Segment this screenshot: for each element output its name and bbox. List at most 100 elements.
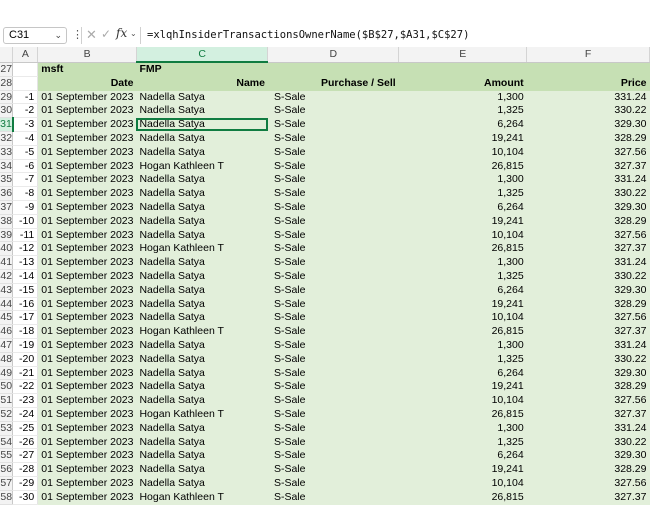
- date-cell[interactable]: 01 September 2023: [37, 352, 137, 367]
- offset-cell[interactable]: -27: [12, 448, 39, 464]
- price-cell[interactable]: 331.24: [526, 172, 650, 188]
- row-header[interactable]: 29: [0, 90, 14, 105]
- amount-cell[interactable]: 10,104: [398, 145, 527, 160]
- name-cell[interactable]: Nadella Satya: [136, 186, 268, 201]
- purchase-sell-cell[interactable]: S-Sale: [267, 476, 399, 491]
- name-cell[interactable]: Nadella Satya: [136, 283, 268, 298]
- purchase-sell-cell[interactable]: S-Sale: [267, 131, 399, 146]
- cell[interactable]: [12, 76, 39, 91]
- name-cell[interactable]: Nadella Satya: [136, 269, 268, 284]
- offset-cell[interactable]: -10: [12, 214, 39, 229]
- offset-cell[interactable]: -29: [12, 476, 39, 491]
- offset-cell[interactable]: -5: [12, 145, 39, 160]
- date-cell[interactable]: 01 September 2023: [37, 476, 137, 491]
- amount-cell[interactable]: 26,815: [398, 241, 527, 257]
- purchase-sell-cell[interactable]: S-Sale: [267, 90, 399, 105]
- offset-cell[interactable]: -16: [12, 297, 39, 312]
- offset-cell[interactable]: -2: [12, 103, 39, 119]
- offset-cell[interactable]: -17: [12, 310, 39, 326]
- date-cell[interactable]: 01 September 2023: [37, 117, 137, 132]
- price-cell[interactable]: 329.30: [526, 283, 650, 298]
- price-cell[interactable]: 329.30: [526, 117, 650, 132]
- row-header[interactable]: 37: [0, 200, 14, 215]
- amount-cell[interactable]: 19,241: [398, 297, 527, 312]
- offset-cell[interactable]: -18: [12, 324, 39, 339]
- column-header-c[interactable]: C: [136, 47, 269, 63]
- row-header[interactable]: 45: [0, 310, 14, 326]
- ticker-cell[interactable]: msft: [37, 62, 137, 77]
- date-cell[interactable]: 01 September 2023: [37, 490, 137, 505]
- name-cell[interactable]: Nadella Satya: [136, 172, 268, 188]
- name-cell[interactable]: Nadella Satya: [136, 435, 268, 450]
- purchase-sell-cell[interactable]: S-Sale: [267, 145, 399, 160]
- price-cell[interactable]: 331.24: [526, 90, 650, 105]
- date-cell[interactable]: 01 September 2023: [37, 214, 137, 229]
- row-header[interactable]: 43: [0, 283, 14, 298]
- row-header[interactable]: 39: [0, 228, 14, 243]
- formula-input[interactable]: =xlqhInsiderTransactionsOwnerName($B$27,…: [147, 27, 469, 44]
- column-header-b[interactable]: B: [37, 47, 137, 63]
- date-cell[interactable]: 01 September 2023: [37, 297, 137, 312]
- amount-cell[interactable]: 10,104: [398, 310, 527, 326]
- date-cell[interactable]: 01 September 2023: [37, 421, 137, 436]
- purchase-sell-cell[interactable]: S-Sale: [267, 366, 399, 381]
- date-cell[interactable]: 01 September 2023: [37, 448, 137, 464]
- row-header[interactable]: 50: [0, 379, 14, 395]
- price-cell[interactable]: 331.24: [526, 255, 650, 270]
- row-header[interactable]: 38: [0, 214, 14, 229]
- price-cell[interactable]: 327.56: [526, 310, 650, 326]
- amount-cell[interactable]: 1,325: [398, 186, 527, 201]
- price-cell[interactable]: 328.29: [526, 214, 650, 229]
- price-cell[interactable]: 330.22: [526, 352, 650, 367]
- purchase-sell-header[interactable]: Purchase / Sell: [267, 76, 399, 91]
- amount-cell[interactable]: 10,104: [398, 393, 527, 408]
- price-cell[interactable]: 327.56: [526, 476, 650, 491]
- name-cell[interactable]: Nadella Satya: [136, 228, 268, 243]
- purchase-sell-cell[interactable]: S-Sale: [267, 324, 399, 339]
- amount-cell[interactable]: 19,241: [398, 131, 527, 146]
- check-icon[interactable]: ✓: [101, 27, 111, 41]
- name-cell[interactable]: Nadella Satya: [136, 90, 268, 105]
- name-cell[interactable]: Hogan Kathleen T: [136, 407, 268, 422]
- row-header[interactable]: 53: [0, 421, 14, 436]
- date-cell[interactable]: 01 September 2023: [37, 462, 137, 477]
- name-cell[interactable]: Nadella Satya: [136, 214, 268, 229]
- price-cell[interactable]: 329.30: [526, 366, 650, 381]
- row-header[interactable]: 46: [0, 324, 14, 339]
- purchase-sell-cell[interactable]: S-Sale: [267, 269, 399, 284]
- date-cell[interactable]: 01 September 2023: [37, 324, 137, 339]
- name-cell[interactable]: Nadella Satya: [136, 393, 268, 408]
- source-cell[interactable]: FMP: [136, 62, 268, 77]
- purchase-sell-cell[interactable]: S-Sale: [267, 379, 399, 395]
- cell[interactable]: [267, 62, 399, 77]
- row-header[interactable]: 32: [0, 131, 14, 146]
- purchase-sell-cell[interactable]: S-Sale: [267, 255, 399, 270]
- purchase-sell-cell[interactable]: S-Sale: [267, 352, 399, 367]
- amount-cell[interactable]: 1,300: [398, 255, 527, 270]
- price-cell[interactable]: 327.37: [526, 159, 650, 174]
- purchase-sell-cell[interactable]: S-Sale: [267, 297, 399, 312]
- purchase-sell-cell[interactable]: S-Sale: [267, 228, 399, 243]
- date-cell[interactable]: 01 September 2023: [37, 241, 137, 257]
- chevron-down-icon[interactable]: ⌄: [130, 29, 137, 38]
- amount-cell[interactable]: 1,325: [398, 269, 527, 284]
- name-cell[interactable]: Nadella Satya: [136, 103, 268, 119]
- name-cell[interactable]: Nadella Satya: [136, 200, 268, 215]
- date-cell[interactable]: 01 September 2023: [37, 379, 137, 395]
- date-cell[interactable]: 01 September 2023: [37, 366, 137, 381]
- row-header[interactable]: 31: [0, 117, 14, 132]
- offset-cell[interactable]: -11: [12, 228, 39, 243]
- price-cell[interactable]: 330.22: [526, 186, 650, 201]
- name-cell[interactable]: Hogan Kathleen T: [136, 324, 268, 339]
- name-cell[interactable]: Hogan Kathleen T: [136, 490, 268, 505]
- row-header[interactable]: 28: [0, 76, 14, 91]
- price-cell[interactable]: 328.29: [526, 462, 650, 477]
- amount-cell[interactable]: 26,815: [398, 490, 527, 505]
- price-cell[interactable]: 327.56: [526, 145, 650, 160]
- name-cell[interactable]: Nadella Satya: [136, 421, 268, 436]
- row-header[interactable]: 51: [0, 393, 14, 408]
- row-header[interactable]: 33: [0, 145, 14, 160]
- purchase-sell-cell[interactable]: S-Sale: [267, 393, 399, 408]
- row-header[interactable]: 34: [0, 159, 14, 174]
- date-cell[interactable]: 01 September 2023: [37, 393, 137, 408]
